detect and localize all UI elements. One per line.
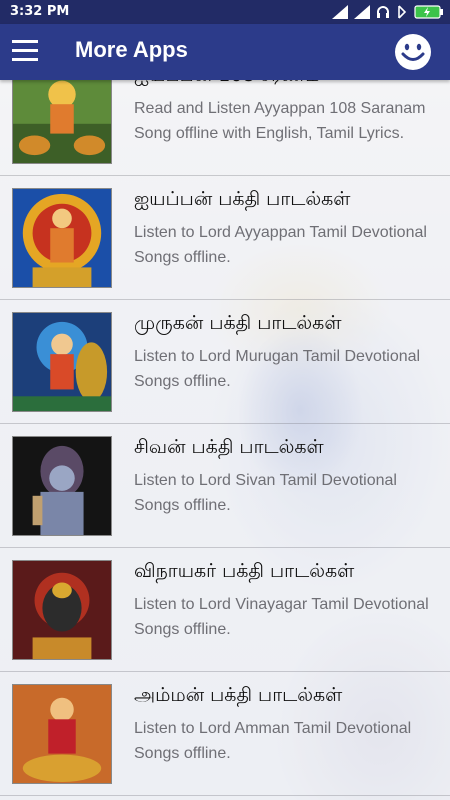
list-item-ayyappan-songs[interactable]: ஐயப்பன் பக்தி பாடல்கள் Listen to Lord Ay…: [0, 176, 450, 300]
list-item-amman-songs[interactable]: அம்மன் பக்தி பாடல்கள் Listen to Lord Amm…: [0, 672, 450, 796]
ayyappan-108-thumbnail: [12, 80, 112, 164]
list-item-vinayagar-songs[interactable]: விநாயகர் பக்தி பாடல்கள் Listen to Lord V…: [0, 548, 450, 672]
app-title-murugan-songs: முருகன் பக்தி பாடல்கள்: [134, 312, 342, 334]
app-description-amman-songs: Listen to Lord Amman Tamil Devotional So…: [134, 720, 412, 762]
list-item-ayyappan-108-saranam[interactable]: ஐயப்பன் 108 சரணம் Read and Listen Ayyapp…: [0, 80, 450, 176]
app-description-murugan-songs: Listen to Lord Murugan Tamil Devotional …: [134, 348, 421, 390]
status-icons: [332, 3, 444, 21]
list-item-murugan-songs[interactable]: முருகன் பக்தி பாடல்கள் Listen to Lord Mu…: [0, 300, 450, 424]
app-title-sivan-songs: சிவன் பக்தி பாடல்கள்: [134, 436, 324, 458]
smiley-icon[interactable]: [394, 33, 432, 71]
app-bar: More Apps: [0, 24, 450, 80]
app-description-ayyappan-108: Read and Listen Ayyappan 108 Saranam Son…: [134, 100, 426, 142]
battery-icon: [414, 5, 444, 19]
hamburger-menu-icon[interactable]: [12, 40, 38, 62]
headset-icon: [376, 5, 390, 19]
app-description-ayyappan-songs: Listen to Lord Ayyappan Tamil Devotional…: [134, 224, 427, 266]
app-title-ayyappan-108: ஐயப்பன் 108 சரணம்: [134, 80, 434, 89]
app-title-amman-songs: அம்மன் பக்தி பாடல்கள்: [134, 684, 343, 706]
ayyappan-songs-thumbnail: [12, 188, 112, 288]
list-item-sivan-songs[interactable]: சிவன் பக்தி பாடல்கள் Listen to Lord Siva…: [0, 424, 450, 548]
app-title-ayyappan-songs: ஐயப்பன் பக்தி பாடல்கள்: [134, 188, 351, 210]
vinayagar-songs-thumbnail: [12, 560, 112, 660]
app-title-vinayagar-songs: விநாயகர் பக்தி பாடல்கள்: [134, 560, 355, 582]
nfc-icon: [396, 5, 408, 19]
amman-songs-thumbnail: [12, 684, 112, 784]
page-title: More Apps: [75, 37, 188, 62]
sivan-songs-thumbnail: [12, 436, 112, 536]
murugan-songs-thumbnail: [12, 312, 112, 412]
more-apps-screen: 3:32 PM More Apps Read and Listen Ayyapp…: [0, 0, 450, 800]
app-list: ஐயப்பன் 108 சரணம் Read and Listen Ayyapp…: [0, 80, 450, 800]
app-description-vinayagar-songs: Listen to Lord Vinayagar Tamil Devotiona…: [134, 596, 429, 638]
signal-icon: [332, 5, 348, 19]
app-description-sivan-songs: Listen to Lord Sivan Tamil Devotional So…: [134, 472, 397, 514]
status-bar: 3:32 PM: [0, 0, 450, 24]
signal-icon-secondary: [354, 5, 370, 19]
status-time: 3:32 PM: [10, 4, 70, 19]
